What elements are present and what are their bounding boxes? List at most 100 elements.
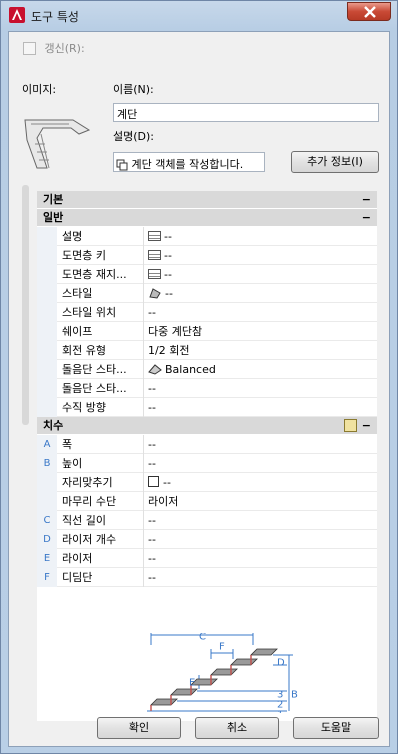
image-label: 이미지:: [22, 83, 57, 96]
property-row[interactable]: F 디딤단 --: [37, 568, 377, 587]
property-name: 돌음단 스타...: [62, 382, 127, 395]
close-icon: [364, 6, 376, 18]
dim-label-d: D: [277, 657, 285, 668]
property-row[interactable]: 쉐이프 다중 계단참: [37, 322, 377, 341]
dim-label-f: F: [219, 641, 225, 652]
property-row[interactable]: 수직 방향 --: [37, 398, 377, 417]
close-button[interactable]: [347, 2, 391, 21]
dimension-key: B: [37, 454, 57, 473]
property-name: 도면층 재지...: [62, 268, 127, 281]
property-row[interactable]: B 높이 --: [37, 454, 377, 473]
property-row[interactable]: D 라이저 개수 --: [37, 530, 377, 549]
dim-label-b: B: [291, 689, 298, 700]
cancel-button[interactable]: 취소: [195, 717, 279, 739]
table-icon: [148, 250, 161, 260]
property-row[interactable]: 도면층 재지... --: [37, 265, 377, 284]
dimension-key: [37, 492, 57, 511]
stair-style-icon: [149, 288, 161, 299]
collapse-icon[interactable]: −: [362, 191, 371, 209]
section-basic[interactable]: 기본 −: [37, 191, 377, 209]
refresh-label: 갱신(R):: [44, 42, 85, 55]
property-row[interactable]: 돌음단 스타... --: [37, 379, 377, 398]
property-name: 회전 유형: [62, 344, 106, 357]
property-value[interactable]: --: [148, 398, 373, 417]
dimension-key: D: [37, 530, 57, 549]
dialog-body: 갱신(R): 이미지: 이름(N): 계단 설명(D): 계단 객체를 작성합니…: [8, 31, 390, 747]
description-label: 설명(D):: [113, 130, 154, 143]
property-name: 스타일 위치: [62, 306, 117, 319]
title-bar[interactable]: 도구 특성: [1, 1, 397, 31]
refresh-checkbox[interactable]: [23, 41, 36, 55]
property-name: 디딤단: [62, 571, 93, 584]
property-value[interactable]: Balanced: [148, 360, 373, 379]
property-row[interactable]: 도면층 키 --: [37, 246, 377, 265]
property-row[interactable]: 스타일 위치 --: [37, 303, 377, 322]
section-general[interactable]: 일반 −: [37, 209, 377, 227]
property-value[interactable]: --: [148, 568, 373, 587]
property-row[interactable]: A 폭 --: [37, 435, 377, 454]
property-row[interactable]: E 라이저 --: [37, 549, 377, 568]
dim-label-1: 1: [277, 709, 283, 713]
section-dimensions[interactable]: 치수 −: [37, 417, 377, 435]
property-value[interactable]: --: [148, 511, 373, 530]
property-value[interactable]: --: [148, 284, 373, 303]
property-name: 마무리 수단: [62, 495, 117, 508]
property-row[interactable]: C 직선 길이 --: [37, 511, 377, 530]
section-dimensions-title: 치수: [43, 419, 64, 432]
dim-label-e: E: [189, 677, 195, 688]
property-value[interactable]: --: [148, 227, 373, 246]
dim-label-c: C: [199, 633, 206, 642]
property-row[interactable]: 자리맞추기 --: [37, 473, 377, 492]
property-value[interactable]: 다중 계단참: [148, 322, 373, 341]
stair-thumbnail-icon: [24, 119, 91, 169]
property-name: 높이: [62, 457, 83, 470]
dimension-key: A: [37, 435, 57, 454]
justify-checkbox[interactable]: [148, 476, 159, 487]
property-row[interactable]: 돌음단 스타... Balanced: [37, 360, 377, 379]
dimension-key: E: [37, 549, 57, 568]
property-value[interactable]: --: [148, 265, 373, 284]
property-value[interactable]: --: [148, 530, 373, 549]
property-name: 라이저: [62, 552, 93, 565]
refresh-option[interactable]: 갱신(R):: [23, 40, 85, 56]
property-value[interactable]: --: [148, 454, 373, 473]
more-info-button[interactable]: 추가 정보(I): [291, 151, 379, 173]
table-icon: [148, 231, 161, 241]
property-value[interactable]: --: [148, 246, 373, 265]
dimension-key: F: [37, 568, 57, 587]
collapse-icon[interactable]: −: [362, 417, 371, 435]
property-value[interactable]: 1/2 회전: [148, 341, 373, 360]
property-name: 쉐이프: [62, 325, 93, 338]
property-row[interactable]: 스타일 --: [37, 284, 377, 303]
stair-dimension-diagram: C F D E B 3 2 1: [147, 633, 298, 713]
property-value[interactable]: --: [148, 473, 373, 492]
description-field[interactable]: 계단 객체를 작성합니다.: [113, 152, 265, 172]
palette-scrollbar[interactable]: [22, 185, 29, 425]
property-name: 수직 방향: [62, 401, 106, 414]
pin-icon[interactable]: [344, 419, 357, 432]
table-icon: [148, 269, 161, 279]
description-value: 계단 객체를 작성합니다.: [131, 158, 244, 171]
name-input[interactable]: 계단: [113, 103, 379, 122]
property-value[interactable]: --: [148, 549, 373, 568]
help-button[interactable]: 도움말: [293, 717, 379, 739]
property-name: 설명: [62, 230, 83, 243]
property-row[interactable]: 회전 유형 1/2 회전: [37, 341, 377, 360]
property-row[interactable]: 마무리 수단 라이저: [37, 492, 377, 511]
property-name: 스타일: [62, 287, 93, 300]
property-row[interactable]: 설명 --: [37, 227, 377, 246]
autocad-app-icon: [9, 7, 25, 23]
property-name: 자리맞추기: [62, 476, 113, 489]
property-value[interactable]: --: [148, 435, 373, 454]
property-value[interactable]: --: [148, 303, 373, 322]
tool-properties-window: 도구 특성 갱신(R): 이미지: 이름(N): 계단 설명(D): 계단 객체…: [0, 0, 398, 754]
section-basic-title: 기본: [43, 193, 64, 206]
property-value[interactable]: 라이저: [148, 492, 373, 511]
ok-button[interactable]: 확인: [97, 717, 181, 739]
description-icon: [116, 159, 128, 171]
property-name: 폭: [62, 438, 73, 451]
property-value[interactable]: --: [148, 379, 373, 398]
collapse-icon[interactable]: −: [362, 209, 371, 227]
winder-icon: [148, 364, 162, 375]
name-label: 이름(N):: [113, 83, 154, 96]
